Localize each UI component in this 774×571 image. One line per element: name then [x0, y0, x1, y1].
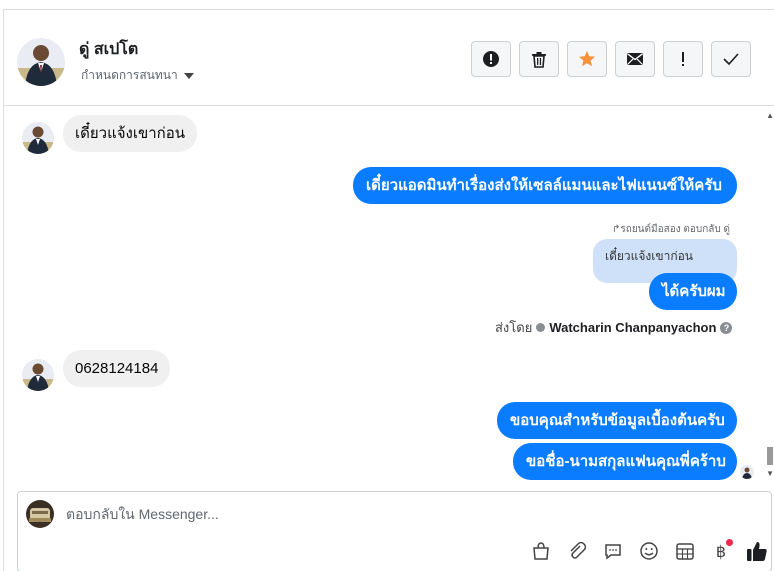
attach-button[interactable] [559, 538, 595, 564]
smiley-icon [640, 542, 658, 560]
contact-avatar[interactable] [17, 38, 65, 86]
emoji-button[interactable] [631, 538, 667, 564]
thread-scrollbar[interactable]: ▲ ▼ [765, 107, 774, 490]
envelope-icon [627, 53, 643, 65]
scroll-thumb[interactable] [767, 447, 773, 465]
conversation-settings-label: กำหนดการสนทนา [81, 68, 178, 82]
incoming-message[interactable]: 0628124184 [63, 350, 171, 387]
message-composer: ฿ [17, 491, 772, 571]
scroll-up-icon[interactable]: ▲ [766, 111, 774, 120]
seen-avatar [740, 465, 754, 479]
done-button[interactable] [711, 41, 751, 77]
conversation-settings-dropdown[interactable]: กำหนดการสนทนา [81, 66, 194, 85]
sent-by-name[interactable]: Watcharin Chanpanyachon [549, 320, 716, 335]
page-avatar [26, 500, 54, 528]
mark-unread-button[interactable] [615, 41, 655, 77]
verified-icon [536, 323, 546, 332]
star-icon [579, 51, 595, 67]
baht-icon: ฿ [715, 541, 727, 561]
incoming-message[interactable]: เดี๋ยวแจ้งเขาก่อน [63, 115, 198, 152]
help-icon[interactable]: ? [720, 321, 733, 334]
thumbs-up-icon [747, 542, 767, 561]
outgoing-message[interactable]: ได้ครับผม [649, 273, 737, 310]
speech-bubble-icon [605, 544, 621, 560]
star-button[interactable] [567, 41, 607, 77]
sent-by-prefix: ส่งโดย [495, 320, 533, 335]
saved-replies-button[interactable] [595, 538, 631, 564]
appointment-button[interactable] [667, 538, 703, 564]
check-icon [723, 53, 739, 65]
follow-up-button[interactable] [663, 41, 703, 77]
paperclip-icon [570, 542, 586, 559]
reply-context-text: รถยนต์มือสอง ตอบกลับ ดู่ [620, 224, 731, 235]
messenger-panel: ดู่ สเปโต กำหนดการสนทนา เดี๋ยวแจ้งเขาก่อ… [3, 9, 774, 571]
conversation-header: ดู่ สเปโต กำหนดการสนทนา [4, 10, 774, 106]
spam-button[interactable] [471, 41, 511, 77]
exclamation-circle-icon [483, 51, 499, 67]
contact-name[interactable]: ดู่ สเปโต [79, 37, 138, 62]
shop-button[interactable] [523, 538, 559, 564]
sent-by-line: ส่งโดย Watcharin Chanpanyachon ? [495, 317, 733, 338]
contact-avatar-small[interactable] [22, 122, 54, 154]
contact-avatar-small[interactable] [22, 359, 54, 391]
shopping-bag-icon [533, 542, 549, 560]
like-button[interactable] [739, 538, 774, 564]
header-toolbar [471, 41, 751, 77]
payment-button[interactable]: ฿ [703, 538, 739, 564]
reply-context-note: ↱รถยนต์มือสอง ตอบกลับ ดู่ [612, 222, 730, 237]
composer-toolbar: ฿ [523, 538, 774, 564]
message-thread[interactable]: เดี๋ยวแจ้งเขาก่อน เดี๋ยวแอดมินทำเรื่องส่… [4, 107, 774, 490]
trash-icon [532, 51, 546, 68]
caret-down-icon [183, 72, 194, 79]
delete-button[interactable] [519, 41, 559, 77]
outgoing-message[interactable]: ขอชื่อ-นามสกุลแฟนคุณพี่คร้าบ [513, 443, 737, 480]
notification-dot [726, 539, 733, 546]
scroll-down-icon[interactable]: ▼ [766, 469, 774, 478]
exclamation-icon [682, 52, 684, 66]
calendar-grid-icon [676, 543, 694, 560]
outgoing-message[interactable]: เดี๋ยวแอดมินทำเรื่องส่งให้เซลล์แมนและไฟแ… [353, 167, 737, 204]
reply-input[interactable] [66, 506, 666, 522]
outgoing-message[interactable]: ขอบคุณสำหรับข้อมูลเบื้องต้นครับ [497, 402, 737, 439]
